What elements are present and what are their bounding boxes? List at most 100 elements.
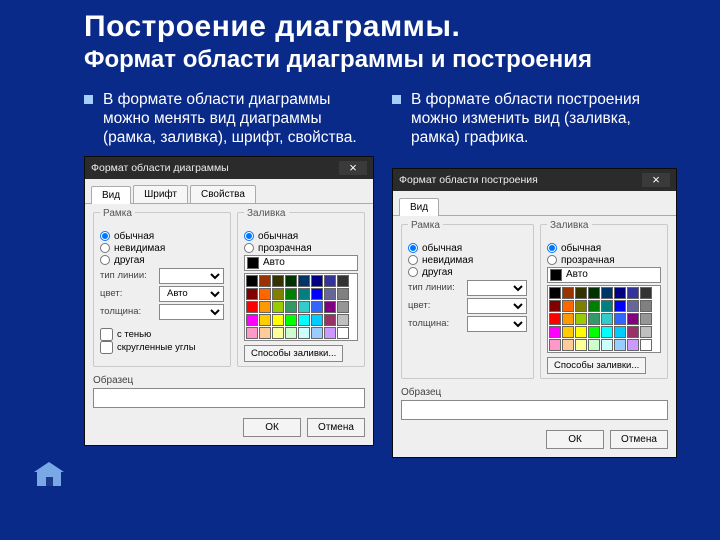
radio-fill-transparent[interactable]: прозрачная [547, 255, 661, 266]
color-swatch[interactable] [324, 288, 336, 300]
color-swatch[interactable] [640, 326, 652, 338]
color-swatch[interactable] [324, 314, 336, 326]
color-swatch[interactable] [311, 275, 323, 287]
color-swatch[interactable] [311, 301, 323, 313]
select-weight[interactable] [159, 304, 224, 320]
cancel-button[interactable]: Отмена [307, 418, 365, 437]
check-shadow[interactable]: с тенью [100, 328, 224, 341]
color-swatch[interactable] [337, 288, 349, 300]
color-swatch[interactable] [298, 301, 310, 313]
color-palette[interactable] [547, 285, 661, 353]
check-rounded[interactable]: скругленные углы [100, 341, 224, 354]
color-swatch[interactable] [285, 327, 297, 339]
color-palette[interactable] [244, 273, 358, 341]
tab-properties[interactable]: Свойства [190, 185, 256, 203]
color-swatch[interactable] [601, 300, 613, 312]
color-swatch[interactable] [285, 275, 297, 287]
color-swatch[interactable] [614, 287, 626, 299]
color-swatch[interactable] [285, 288, 297, 300]
tab-font[interactable]: Шрифт [133, 185, 188, 203]
ok-button[interactable]: ОК [546, 430, 604, 449]
select-linetype[interactable] [467, 280, 527, 296]
color-swatch[interactable] [588, 339, 600, 351]
color-swatch[interactable] [627, 339, 639, 351]
color-swatch[interactable] [337, 327, 349, 339]
color-swatch[interactable] [640, 287, 652, 299]
color-swatch[interactable] [246, 275, 258, 287]
color-swatch[interactable] [311, 288, 323, 300]
color-swatch[interactable] [549, 313, 561, 325]
color-swatch[interactable] [259, 301, 271, 313]
swatch-auto[interactable]: Авто [244, 255, 358, 271]
color-swatch[interactable] [640, 300, 652, 312]
radio-frame-invisible[interactable]: невидимая [408, 255, 527, 266]
radio-frame-normal[interactable]: обычная [100, 231, 224, 242]
color-swatch[interactable] [324, 327, 336, 339]
radio-frame-normal[interactable]: обычная [408, 243, 527, 254]
color-swatch[interactable] [575, 287, 587, 299]
color-swatch[interactable] [298, 327, 310, 339]
color-swatch[interactable] [562, 287, 574, 299]
color-swatch[interactable] [601, 287, 613, 299]
color-swatch[interactable] [640, 313, 652, 325]
radio-fill-normal[interactable]: обычная [547, 243, 661, 254]
color-swatch[interactable] [246, 288, 258, 300]
ok-button[interactable]: ОК [243, 418, 301, 437]
color-swatch[interactable] [259, 314, 271, 326]
color-swatch[interactable] [614, 300, 626, 312]
color-swatch[interactable] [272, 327, 284, 339]
color-swatch[interactable] [562, 300, 574, 312]
color-swatch[interactable] [627, 300, 639, 312]
color-swatch[interactable] [298, 314, 310, 326]
color-swatch[interactable] [337, 314, 349, 326]
color-swatch[interactable] [588, 313, 600, 325]
color-swatch[interactable] [324, 301, 336, 313]
color-swatch[interactable] [259, 288, 271, 300]
close-icon[interactable]: × [339, 161, 367, 175]
select-weight[interactable] [467, 316, 527, 332]
fill-effects-button[interactable]: Способы заливки... [547, 357, 646, 374]
close-icon[interactable]: × [642, 173, 670, 187]
color-swatch[interactable] [562, 313, 574, 325]
color-swatch[interactable] [259, 327, 271, 339]
color-swatch[interactable] [627, 313, 639, 325]
color-swatch[interactable] [562, 326, 574, 338]
color-swatch[interactable] [614, 326, 626, 338]
color-swatch[interactable] [272, 314, 284, 326]
color-swatch[interactable] [311, 314, 323, 326]
color-swatch[interactable] [324, 275, 336, 287]
select-color[interactable]: Авто [159, 286, 224, 302]
color-swatch[interactable] [588, 326, 600, 338]
color-swatch[interactable] [575, 313, 587, 325]
radio-fill-transparent[interactable]: прозрачная [244, 243, 358, 254]
color-swatch[interactable] [337, 275, 349, 287]
color-swatch[interactable] [549, 326, 561, 338]
color-swatch[interactable] [285, 301, 297, 313]
cancel-button[interactable]: Отмена [610, 430, 668, 449]
color-swatch[interactable] [259, 275, 271, 287]
color-swatch[interactable] [549, 300, 561, 312]
swatch-auto[interactable]: Авто [547, 267, 661, 283]
color-swatch[interactable] [575, 326, 587, 338]
color-swatch[interactable] [588, 287, 600, 299]
color-swatch[interactable] [337, 301, 349, 313]
color-swatch[interactable] [272, 301, 284, 313]
radio-frame-other[interactable]: другая [100, 255, 224, 266]
color-swatch[interactable] [311, 327, 323, 339]
home-icon[interactable] [34, 462, 64, 490]
color-swatch[interactable] [601, 326, 613, 338]
color-swatch[interactable] [272, 275, 284, 287]
color-swatch[interactable] [601, 339, 613, 351]
color-swatch[interactable] [588, 300, 600, 312]
select-linetype[interactable] [159, 268, 224, 284]
color-swatch[interactable] [640, 339, 652, 351]
color-swatch[interactable] [549, 287, 561, 299]
tab-view[interactable]: Вид [91, 186, 131, 204]
color-swatch[interactable] [285, 314, 297, 326]
radio-frame-invisible[interactable]: невидимая [100, 243, 224, 254]
color-swatch[interactable] [601, 313, 613, 325]
color-swatch[interactable] [246, 327, 258, 339]
color-swatch[interactable] [627, 326, 639, 338]
color-swatch[interactable] [549, 339, 561, 351]
radio-frame-other[interactable]: другая [408, 267, 527, 278]
